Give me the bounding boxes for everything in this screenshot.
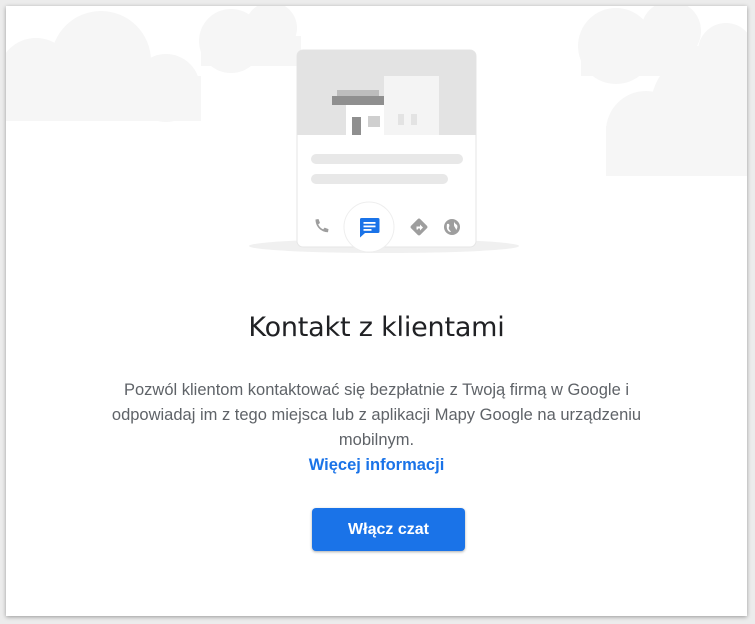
dialog-description: Pozwól klientom kontaktować się bezpłatn…	[111, 381, 642, 449]
business-profile-illustration	[249, 49, 519, 253]
enable-chat-button[interactable]: Włącz czat	[312, 508, 465, 551]
website-icon	[444, 219, 460, 235]
chat-setup-dialog: Kontakt z klientami Pozwól klientom kont…	[6, 6, 747, 616]
more-info-link[interactable]: Więcej informacji	[6, 456, 747, 475]
dialog-title: Kontakt z klientami	[248, 312, 505, 343]
chat-icon-highlight	[343, 201, 395, 253]
more-info-link-label[interactable]: Więcej informacji	[309, 456, 445, 474]
